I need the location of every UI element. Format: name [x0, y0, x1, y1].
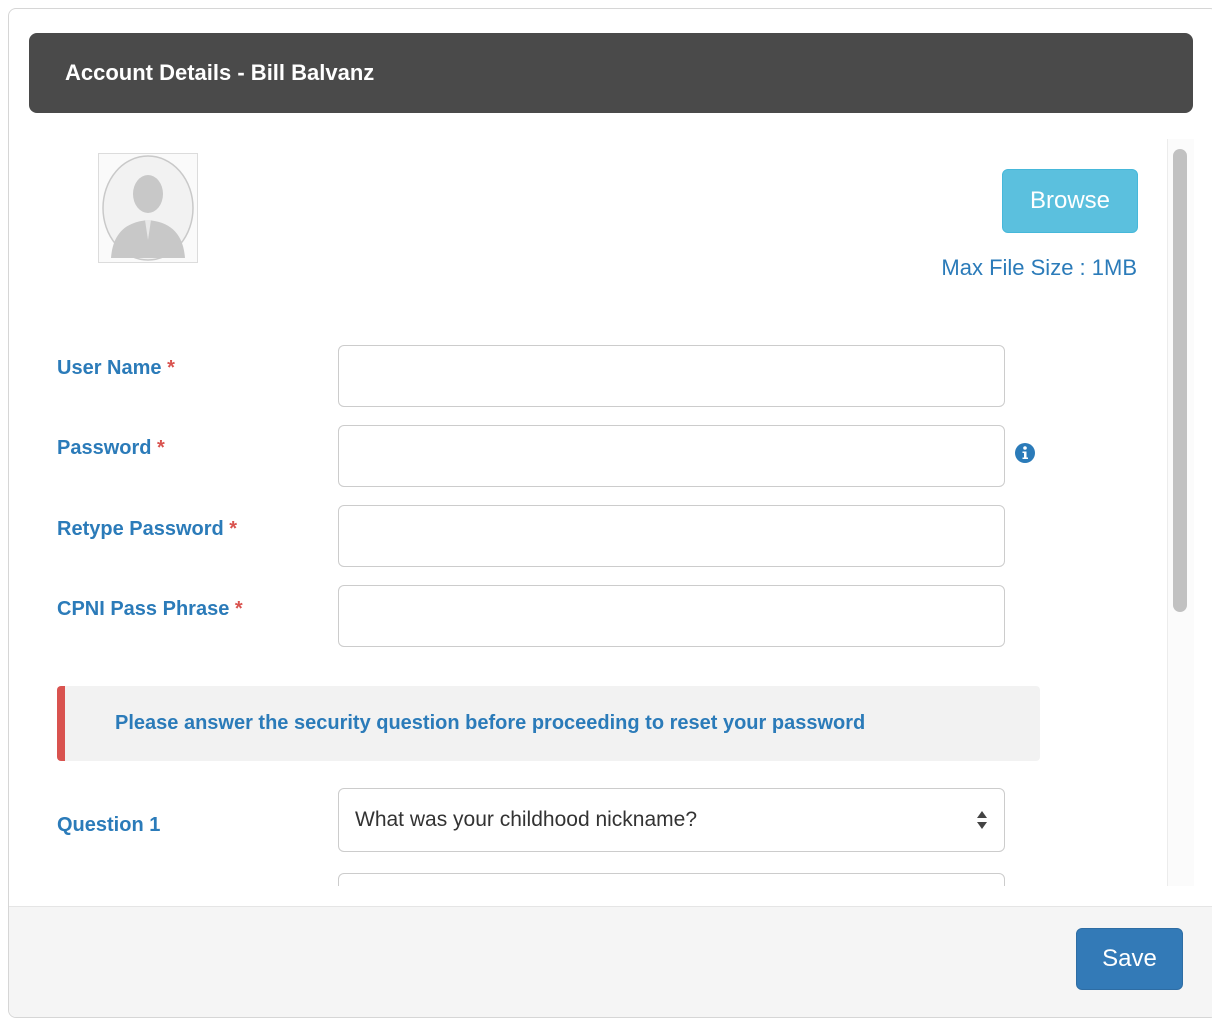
retype-password-label-text: Retype Password	[57, 518, 224, 540]
password-input[interactable]	[338, 425, 1005, 487]
question-1-answer-input[interactable]	[338, 873, 1005, 886]
required-marker: *	[167, 357, 175, 379]
password-label-text: Password	[57, 437, 152, 459]
modal-title: Account Details - Bill Balvanz	[65, 60, 375, 85]
security-question-alert: Please answer the security question befo…	[57, 686, 1040, 761]
user-avatar-placeholder-icon	[102, 155, 194, 261]
save-button[interactable]: Save	[1076, 928, 1183, 990]
cpni-pass-phrase-label: CPNI Pass Phrase *	[57, 598, 243, 621]
retype-password-label: Retype Password *	[57, 518, 237, 541]
account-details-modal: Account Details - Bill Balvanz Browse Ma…	[8, 8, 1212, 1018]
question-1-select[interactable]: What was your childhood nickname?	[338, 788, 1005, 852]
cpni-pass-phrase-label-text: CPNI Pass Phrase	[57, 598, 230, 620]
info-circle-icon[interactable]	[1014, 442, 1036, 464]
browse-button[interactable]: Browse	[1002, 169, 1138, 233]
user-name-label: User Name *	[57, 357, 175, 380]
cpni-pass-phrase-input[interactable]	[338, 585, 1005, 647]
alert-message: Please answer the security question befo…	[115, 712, 866, 734]
profile-photo	[98, 153, 198, 263]
question-1-selected-value: What was your childhood nickname?	[355, 808, 698, 831]
modal-header: Account Details - Bill Balvanz	[29, 33, 1193, 113]
modal-body: Browse Max File Size : 1MB User Name * P…	[9, 139, 1209, 886]
retype-password-input[interactable]	[338, 505, 1005, 567]
required-marker: *	[229, 518, 238, 540]
max-file-size-note: Max File Size : 1MB	[941, 255, 1137, 280]
user-name-input[interactable]	[338, 345, 1005, 407]
question-1-label: Question 1	[57, 814, 161, 836]
select-arrows-icon	[977, 811, 987, 829]
modal-footer: Save	[9, 906, 1212, 1017]
password-label: Password *	[57, 437, 165, 460]
user-name-label-text: User Name	[57, 357, 162, 379]
required-marker: *	[234, 598, 243, 620]
required-marker: *	[157, 437, 165, 459]
scrollbar-thumb[interactable]	[1173, 149, 1187, 612]
